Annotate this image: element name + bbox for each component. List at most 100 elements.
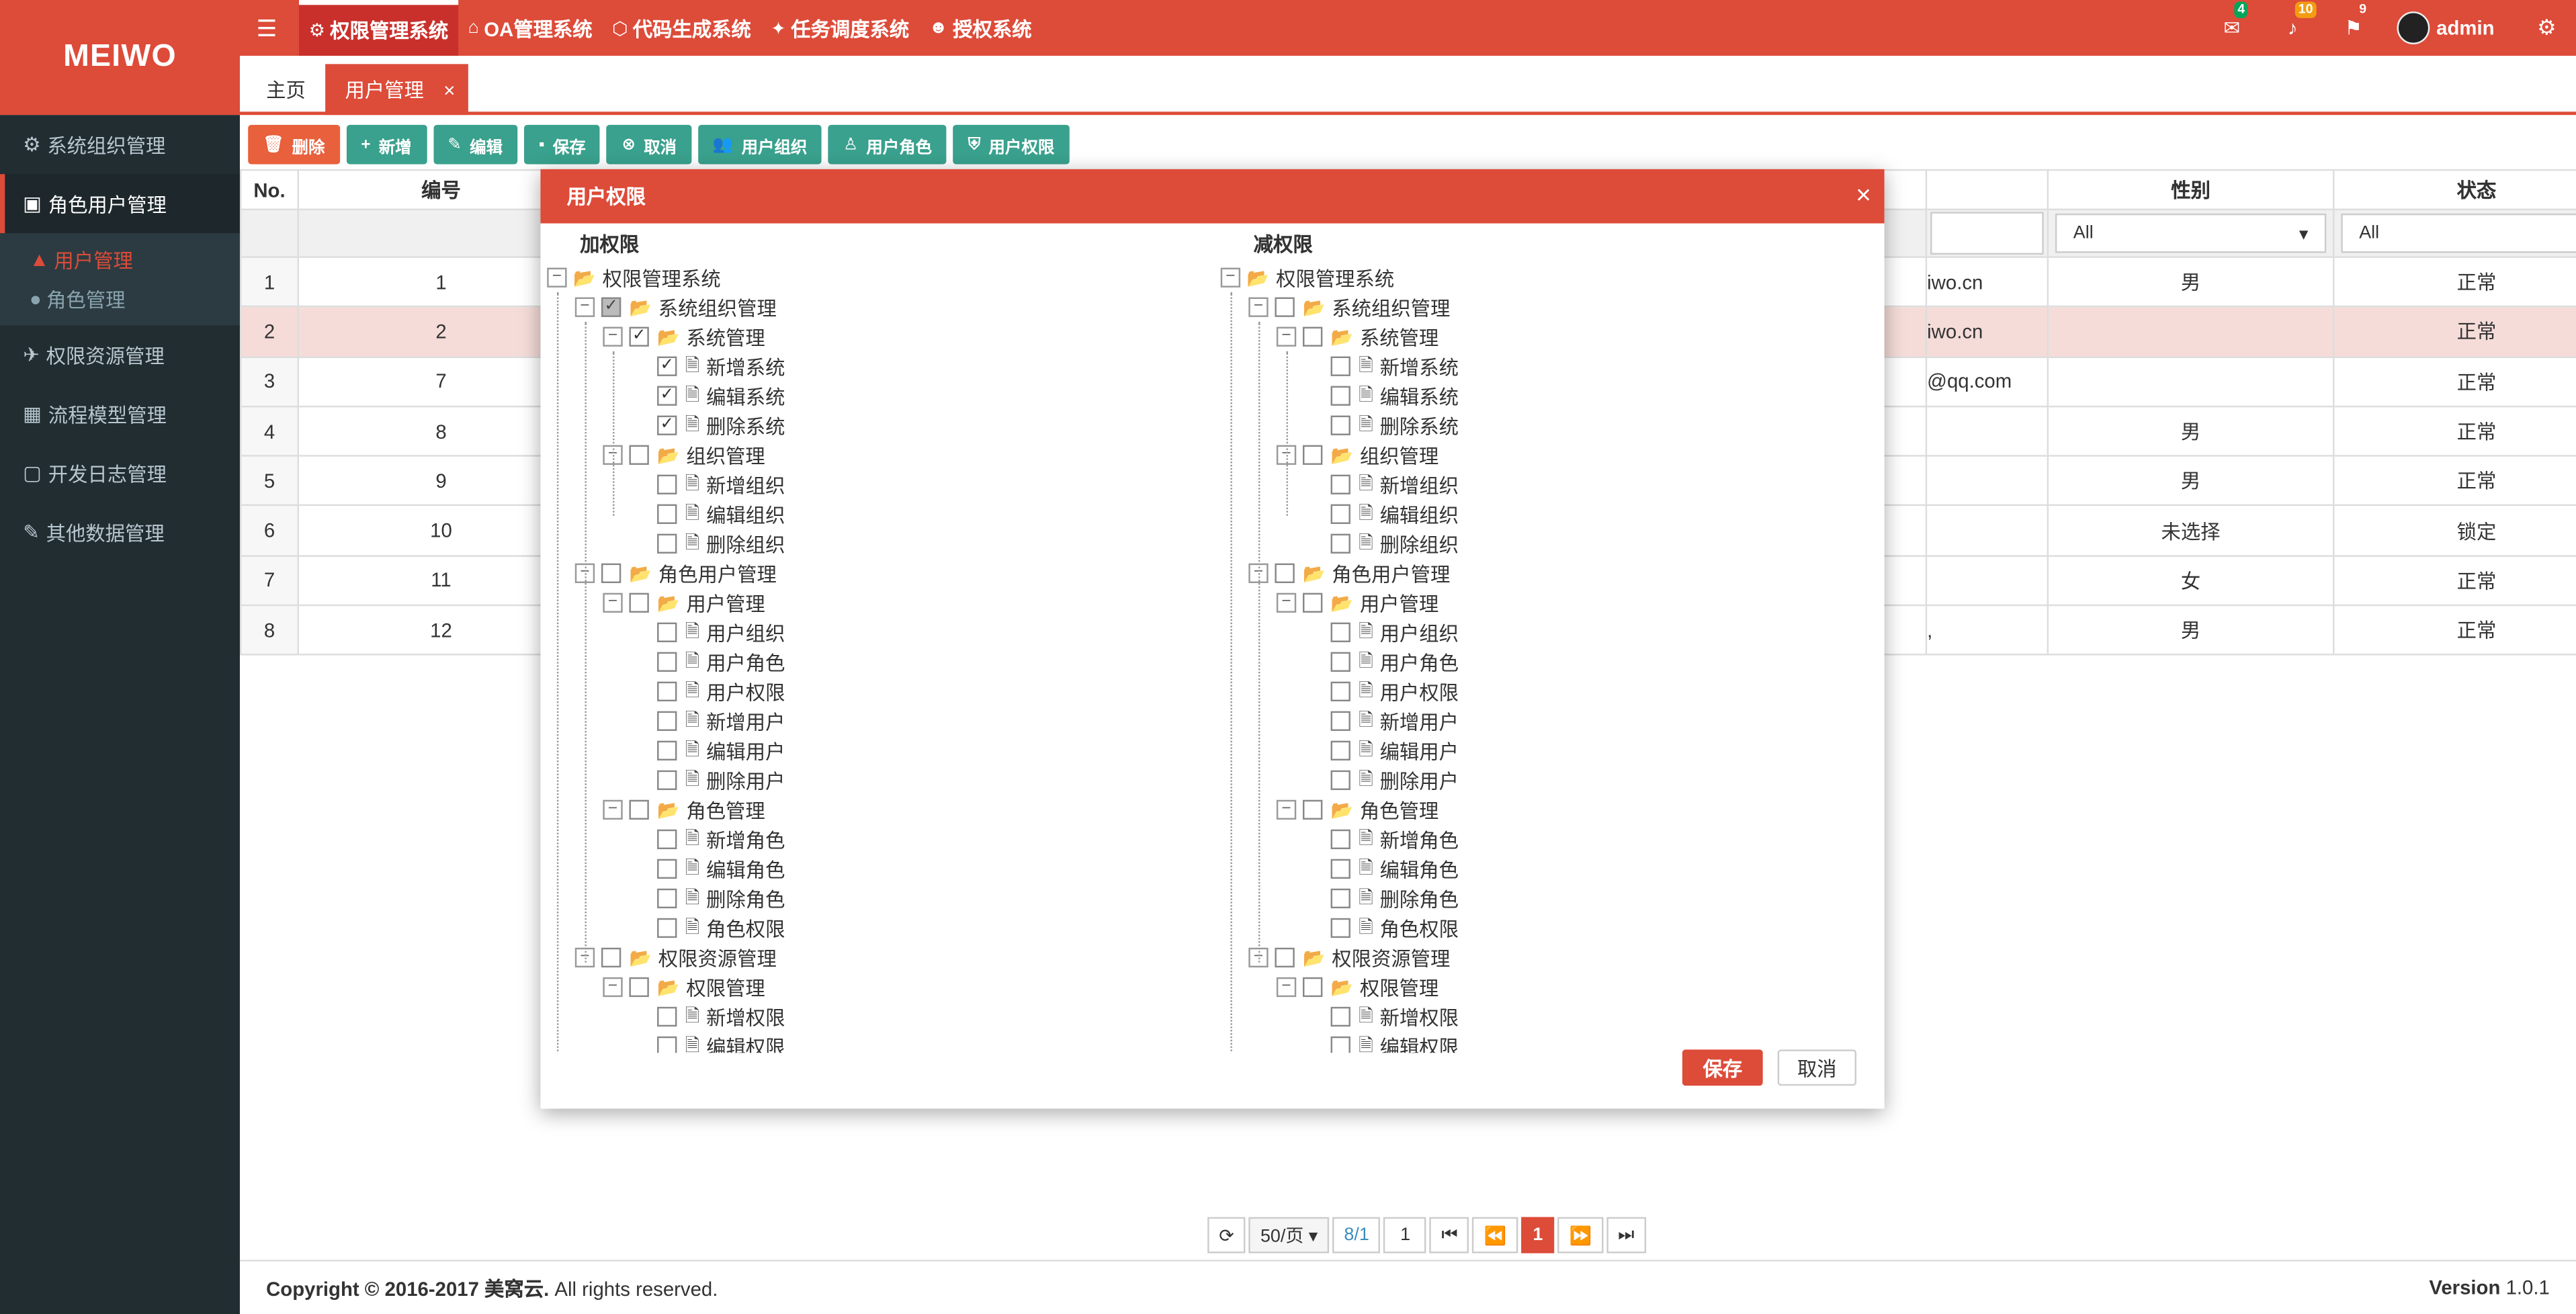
tree-node[interactable]: 🗎 新增用户 <box>1221 706 1880 736</box>
tree-node[interactable]: ✓ 🗎 新增系统 <box>547 351 1206 381</box>
gender-filter-select[interactable]: All ▾ <box>2055 213 2327 253</box>
sidebar-item-1[interactable]: ▣ 角色用户管理 <box>0 174 240 234</box>
sidebar-item-3[interactable]: ▦ 流程模型管理 <box>0 384 240 443</box>
sidebar-item-5[interactable]: ✎ 其他数据管理 <box>0 502 240 562</box>
col-header-status[interactable]: 状态 <box>2333 169 2576 210</box>
remove-checkbox[interactable] <box>1330 356 1350 376</box>
collapse-icon[interactable]: − <box>574 297 595 317</box>
tree-node[interactable]: 🗎 新增用户 <box>547 706 1206 736</box>
tree-node[interactable]: − ✓ 📂 系统组织管理 <box>547 292 1206 322</box>
bell-icon[interactable]: ♪ 10 <box>2262 1 2323 40</box>
dialog-save-button[interactable]: 保存 <box>1682 1049 1763 1086</box>
page-size-select[interactable]: 50/页 ▾ <box>1248 1217 1330 1254</box>
sidebar-item-2[interactable]: ✈ 权限资源管理 <box>0 325 240 384</box>
remove-checkbox[interactable] <box>1330 504 1350 524</box>
tree-node[interactable]: 🗎 编辑组织 <box>547 499 1206 529</box>
tree-node[interactable]: − 📂 权限资源管理 <box>547 943 1206 972</box>
remove-checkbox[interactable] <box>1330 386 1350 406</box>
tree-node[interactable]: 🗎 新增组织 <box>547 470 1206 499</box>
tree-node[interactable]: 🗎 编辑组织 <box>1221 499 1880 529</box>
status-filter-select[interactable]: All▾ <box>2341 213 2576 253</box>
avatar[interactable] <box>2397 11 2430 45</box>
tree-node[interactable]: − 📂 组织管理 <box>1221 440 1880 470</box>
tree-node[interactable]: 🗎 角色权限 <box>1221 913 1880 943</box>
tree-node[interactable]: 🗎 编辑角色 <box>1221 854 1880 883</box>
tree-node[interactable]: ✓ 🗎 编辑系统 <box>547 381 1206 410</box>
sidebar-toggle-icon[interactable]: ☰ <box>256 15 282 41</box>
add-checkbox[interactable] <box>657 681 677 702</box>
sidebar-item-0[interactable]: ⚙ 系统组织管理 <box>0 115 240 174</box>
add-checkbox[interactable] <box>629 593 649 613</box>
edit-button[interactable]: ✎ 编辑 <box>433 124 518 165</box>
add-checkbox[interactable] <box>601 947 621 968</box>
tree-node[interactable]: 🗎 删除组织 <box>547 529 1206 558</box>
remove-checkbox[interactable] <box>1275 297 1295 317</box>
close-icon[interactable]: × <box>1856 181 1871 211</box>
tree-node[interactable]: − 📂 权限管理系统 <box>1220 263 1880 292</box>
collapse-icon[interactable]: − <box>547 267 567 288</box>
tree-node[interactable]: − 📂 用户管理 <box>1221 588 1880 617</box>
remove-checkbox[interactable] <box>1275 563 1295 583</box>
delete-button[interactable]: 🗑 删除 <box>248 124 340 165</box>
page-number-input[interactable]: 1 <box>1383 1217 1427 1254</box>
save-button[interactable]: ▪ 保存 <box>523 124 601 165</box>
tree-node[interactable]: 🗎 编辑角色 <box>547 854 1206 883</box>
gear-icon[interactable]: ⚙ <box>2537 15 2557 41</box>
remove-checkbox[interactable] <box>1330 770 1350 791</box>
tree-node[interactable]: 🗎 编辑用户 <box>1221 736 1880 765</box>
tree-node[interactable]: − 📂 权限管理 <box>1221 972 1880 1002</box>
collapse-icon[interactable]: − <box>1276 799 1297 820</box>
collapse-icon[interactable]: − <box>1220 267 1241 288</box>
add-button[interactable]: + 新增 <box>346 124 427 165</box>
tree-node[interactable]: 🗎 删除角色 <box>547 883 1206 913</box>
tab-user-management[interactable]: 用户管理 × <box>325 64 468 116</box>
last-page-icon[interactable]: ⏭ <box>1606 1217 1646 1254</box>
remove-checkbox[interactable] <box>1330 888 1350 909</box>
tree-node[interactable]: 🗎 删除用户 <box>547 765 1206 795</box>
user-permission-button[interactable]: ⛨ 用户权限 <box>953 124 1070 165</box>
add-checkbox[interactable] <box>601 563 621 583</box>
username[interactable]: admin <box>2436 16 2494 39</box>
collapse-icon[interactable]: − <box>603 977 623 998</box>
add-checkbox[interactable] <box>657 474 677 494</box>
add-checkbox[interactable] <box>629 977 649 998</box>
tree-node[interactable]: 🗎 用户权限 <box>1221 676 1880 706</box>
brand-logo[interactable]: MEIWO <box>0 0 240 116</box>
add-checkbox[interactable]: ✓ <box>657 356 677 376</box>
col-header-gender[interactable]: 性别 <box>2047 169 2335 210</box>
add-checkbox[interactable] <box>657 652 677 672</box>
tree-node[interactable]: 🗎 新增权限 <box>1221 1002 1880 1031</box>
tree-node[interactable]: − 📂 系统管理 <box>1221 322 1880 351</box>
tree-node[interactable]: 🗎 编辑系统 <box>1221 381 1880 410</box>
tree-node[interactable]: − 📂 角色用户管理 <box>1221 558 1880 588</box>
tree-node[interactable]: 🗎 删除用户 <box>1221 765 1880 795</box>
collapse-icon[interactable]: − <box>1276 977 1297 998</box>
tree-node[interactable]: 🗎 用户角色 <box>1221 647 1880 676</box>
current-page-button[interactable]: 1 <box>1521 1217 1555 1254</box>
tree-node[interactable]: − ✓ 📂 系统管理 <box>547 322 1206 351</box>
system-tab-3[interactable]: ✦ 任务调度系统 <box>761 0 919 56</box>
add-checkbox[interactable] <box>657 711 677 732</box>
tree-node[interactable]: − 📂 系统组织管理 <box>1221 292 1880 322</box>
tree-node[interactable]: 🗎 用户组织 <box>547 617 1206 647</box>
tree-node[interactable]: 🗎 用户权限 <box>547 676 1206 706</box>
collapse-icon[interactable]: − <box>1276 593 1297 613</box>
system-tab-2[interactable]: ⬡ 代码生成系统 <box>602 0 761 56</box>
remove-checkbox[interactable] <box>1303 445 1323 465</box>
refresh-icon[interactable]: ⟳ <box>1207 1217 1246 1254</box>
remove-checkbox[interactable] <box>1330 918 1350 938</box>
tree-node[interactable]: 🗎 删除组织 <box>1221 529 1880 558</box>
add-checkbox[interactable] <box>657 888 677 909</box>
remove-checkbox[interactable] <box>1330 829 1350 850</box>
tree-node[interactable]: 🗎 新增角色 <box>1221 824 1880 854</box>
next-page-icon[interactable]: ⏩ <box>1557 1217 1604 1254</box>
remove-checkbox[interactable] <box>1330 415 1350 435</box>
add-checkbox[interactable] <box>657 770 677 791</box>
collapse-icon[interactable]: − <box>1248 297 1269 317</box>
remove-checkbox[interactable] <box>1330 859 1350 879</box>
remove-checkbox[interactable] <box>1330 533 1350 554</box>
tree-node[interactable]: 🗎 用户组织 <box>1221 617 1880 647</box>
remove-checkbox[interactable] <box>1330 652 1350 672</box>
system-tab-0[interactable]: ⚙ 权限管理系统 <box>299 0 458 56</box>
remove-checkbox[interactable] <box>1330 474 1350 494</box>
